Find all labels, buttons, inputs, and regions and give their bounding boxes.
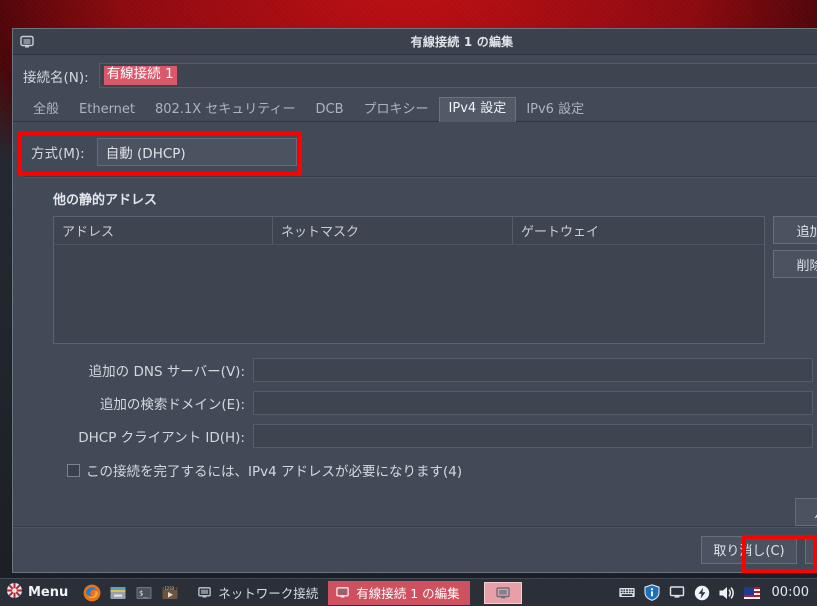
ipv4-settings-panel: 方式(M): 自動 (DHCP) 他の静的アドレス アドレス ネットマスク ゲー… — [13, 122, 817, 526]
require-ipv4-label: この接続を完了するには、IPv4 アドレスが必要になります(4) — [86, 464, 463, 480]
addresses-table-area: アドレス ネットマスク ゲートウェイ 追加( 削除( — [23, 216, 817, 344]
task-label: ネットワーク接続 — [218, 586, 319, 601]
shield-info-icon[interactable] — [643, 584, 661, 602]
method-label: 方式(M): — [31, 146, 85, 162]
terminal-icon[interactable]: $_ — [134, 583, 154, 603]
method-combobox[interactable]: 自動 (DHCP) — [96, 138, 297, 166]
search-domains-row: 追加の検索ドメイン(E): — [53, 391, 817, 415]
network-wired-icon — [18, 33, 36, 51]
column-header-gateway[interactable]: ゲートウェイ — [512, 217, 764, 244]
static-addresses-title: 他の静的アドレス — [53, 193, 158, 208]
tab-proxy[interactable]: プロキシー — [354, 98, 439, 122]
search-domains-label: 追加の検索ドメイン(E): — [99, 397, 245, 413]
search-domains-input[interactable] — [253, 391, 813, 415]
dns-servers-input[interactable] — [253, 358, 813, 382]
taskbar-clock: 00:00 — [771, 585, 809, 600]
add-address-button[interactable]: 追加( — [773, 216, 817, 244]
connection-name-label: 接続名(N): — [23, 69, 89, 86]
routes-button[interactable]: ルート(R) — [795, 498, 817, 526]
task-edit-wired-connection[interactable]: 有線接続 1 の編集 — [328, 580, 470, 605]
workspace-pager[interactable] — [483, 581, 522, 604]
dhcp-client-id-row: DHCP クライアント ID(H): — [53, 424, 817, 448]
dialog-footer: 取り消し(C) ✓ 保存 — [13, 526, 817, 572]
method-value: 自動 (DHCP) — [105, 146, 186, 162]
keyboard-icon[interactable] — [617, 584, 636, 602]
window-icon — [334, 585, 350, 601]
start-menu-button[interactable]: Menu — [0, 579, 76, 606]
taskbar: Menu $_ 1233 ネットワーク接続 有線接続 1 の編集 00:00 — [0, 578, 817, 606]
start-menu-label: Menu — [28, 585, 69, 600]
tab-ipv6-settings[interactable]: IPv6 設定 — [516, 98, 594, 122]
text-editor-icon[interactable]: 1233 — [160, 583, 180, 603]
dns-servers-label: 追加の DNS サーバー(V): — [88, 364, 245, 380]
tab-ethernet[interactable]: Ethernet — [69, 98, 145, 122]
svg-text:$_: $_ — [139, 589, 148, 597]
task-label: 有線接続 1 の編集 — [356, 586, 460, 601]
display-icon[interactable] — [668, 584, 686, 602]
taskbar-launchers: $_ 1233 — [76, 583, 186, 603]
routes-row: ルート(R) — [23, 498, 817, 526]
settings-tabstrip: 全般 Ethernet 802.1X セキュリティー DCB プロキシー IPv… — [13, 94, 817, 122]
dialog-titlebar[interactable]: 有線接続 1 の編集 — [13, 29, 817, 55]
column-header-address[interactable]: アドレス — [54, 217, 272, 244]
method-separator — [23, 176, 817, 177]
menu-logo-icon — [6, 582, 23, 603]
dialog-title: 有線接続 1 の編集 — [410, 35, 514, 49]
ipv4-extra-fields: 追加の DNS サーバー(V): 追加の検索ドメイン(E): DHCP クライア… — [53, 358, 817, 448]
addresses-table[interactable]: アドレス ネットマスク ゲートウェイ — [53, 216, 765, 344]
edit-connection-dialog: 有線接続 1 の編集 接続名(N): 有線接続 1 全般 Ethernet 80… — [12, 28, 817, 573]
file-manager-icon[interactable] — [108, 583, 128, 603]
power-icon[interactable] — [693, 584, 711, 602]
window-icon — [196, 585, 212, 601]
column-header-netmask[interactable]: ネットマスク — [272, 217, 512, 244]
taskbar-window-list: ネットワーク接続 有線接続 1 の編集 — [190, 579, 470, 606]
dns-servers-row: 追加の DNS サーバー(V): — [53, 358, 817, 382]
dhcp-client-id-label: DHCP クライアント ID(H): — [78, 430, 245, 446]
tab-ipv4-settings[interactable]: IPv4 設定 — [438, 96, 517, 122]
tab-general[interactable]: 全般 — [23, 98, 69, 122]
addresses-table-header: アドレス ネットマスク ゲートウェイ — [54, 217, 764, 245]
connection-name-input[interactable]: 有線接続 1 — [98, 63, 817, 88]
svg-text:1233: 1233 — [165, 585, 175, 590]
dialog-body: 接続名(N): 有線接続 1 全般 Ethernet 802.1X セキュリティ… — [13, 55, 817, 572]
connection-name-row: 接続名(N): 有線接続 1 — [13, 55, 817, 94]
method-row: 方式(M): 自動 (DHCP) — [23, 132, 817, 170]
volume-icon[interactable] — [718, 584, 736, 602]
require-ipv4-row[interactable]: この接続を完了するには、IPv4 アドレスが必要になります(4) — [67, 460, 817, 480]
tab-8021x-security[interactable]: 802.1X セキュリティー — [145, 98, 305, 122]
firefox-icon[interactable] — [82, 583, 102, 603]
task-network-connections[interactable]: ネットワーク接続 — [190, 581, 328, 605]
addresses-table-buttons: 追加( 削除( — [773, 216, 817, 278]
us-flag-icon[interactable] — [742, 584, 761, 602]
tab-dcb[interactable]: DCB — [306, 98, 354, 122]
cancel-button[interactable]: 取り消し(C) — [701, 535, 797, 564]
require-ipv4-checkbox[interactable] — [67, 463, 80, 477]
save-button[interactable]: ✓ 保存 — [805, 535, 817, 564]
dhcp-client-id-input[interactable] — [253, 424, 813, 448]
system-tray: 00:00 — [617, 584, 817, 602]
connection-name-value: 有線接続 1 — [103, 66, 177, 85]
delete-address-button[interactable]: 削除( — [773, 250, 817, 278]
addresses-table-body[interactable] — [54, 245, 764, 343]
